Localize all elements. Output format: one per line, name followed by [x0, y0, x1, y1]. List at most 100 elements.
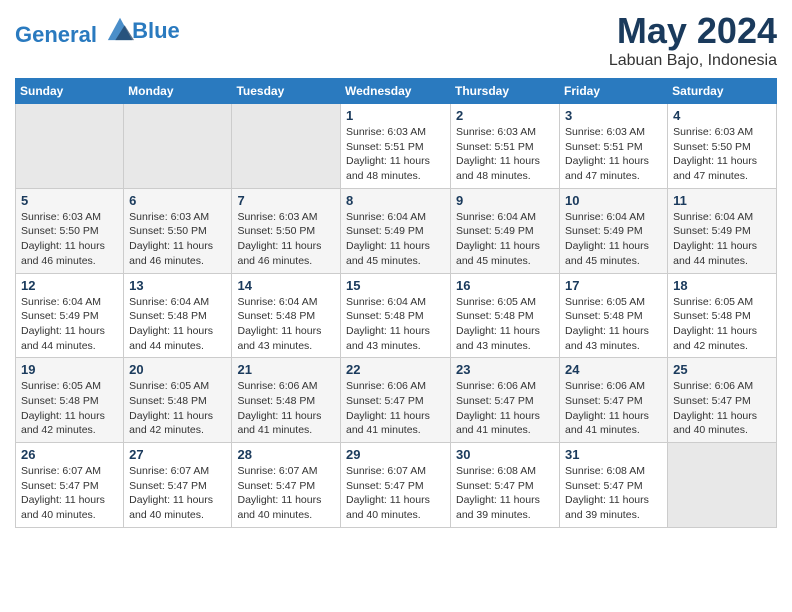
- calendar-cell: 18Sunrise: 6:05 AMSunset: 5:48 PMDayligh…: [668, 273, 777, 358]
- calendar-week-row: 12Sunrise: 6:04 AMSunset: 5:49 PMDayligh…: [16, 273, 777, 358]
- title-block: May 2024 Labuan Bajo, Indonesia: [609, 10, 777, 70]
- calendar-cell: 4 Sunrise: 6:03 AMSunset: 5:50 PMDaylight…: [668, 104, 777, 189]
- day-number: 30: [456, 447, 554, 462]
- calendar-table: SundayMondayTuesdayWednesdayThursdayFrid…: [15, 78, 777, 528]
- calendar-cell: 22 Sunrise: 6:06 AMSunset: 5:47 PMDayligh…: [341, 358, 451, 443]
- day-number: 29: [346, 447, 445, 462]
- day-info: Sunrise: 6:04 AMSunset: 5:48 PMDaylight:…: [129, 295, 226, 354]
- logo: General Blue: [15, 14, 180, 47]
- day-info: Sunrise: 6:04 AMSunset: 5:49 PMDaylight:…: [456, 210, 554, 269]
- calendar-week-row: 19 Sunrise: 6:05 AMSunset: 5:48 PMDayligh…: [16, 358, 777, 443]
- day-info: Sunrise: 6:03 AMSunset: 5:50 PMDaylight:…: [21, 210, 118, 269]
- day-info: Sunrise: 6:06 AMSunset: 5:47 PMDaylight:…: [456, 379, 554, 438]
- page-header: General Blue May 2024 Labuan Bajo, Indon…: [15, 10, 777, 70]
- calendar-week-row: 26 Sunrise: 6:07 AMSunset: 5:47 PMDayligh…: [16, 443, 777, 528]
- day-info: Sunrise: 6:06 AMSunset: 5:47 PMDaylight:…: [565, 379, 662, 438]
- day-info: Sunrise: 6:07 AMSunset: 5:47 PMDaylight:…: [21, 464, 118, 523]
- day-number: 14: [237, 278, 335, 293]
- day-number: 8: [346, 193, 445, 208]
- weekday-header: Sunday: [16, 79, 124, 104]
- calendar-cell: 28 Sunrise: 6:07 AMSunset: 5:47 PMDayligh…: [232, 443, 341, 528]
- day-number: 1: [346, 108, 445, 123]
- calendar-cell: 2 Sunrise: 6:03 AMSunset: 5:51 PMDaylight…: [451, 104, 560, 189]
- day-number: 3: [565, 108, 662, 123]
- calendar-cell: 13 Sunrise: 6:04 AMSunset: 5:48 PMDayligh…: [124, 273, 232, 358]
- day-info: Sunrise: 6:05 AMSunset: 5:48 PMDaylight:…: [21, 379, 118, 438]
- day-number: 24: [565, 362, 662, 377]
- day-number: 21: [237, 362, 335, 377]
- calendar-cell: 31 Sunrise: 6:08 AMSunset: 5:47 PMDayligh…: [560, 443, 668, 528]
- day-info: Sunrise: 6:04 AMSunset: 5:49 PMDaylight:…: [565, 210, 662, 269]
- calendar-cell: 15 Sunrise: 6:04 AMSunset: 5:48 PMDayligh…: [341, 273, 451, 358]
- calendar-cell: 16Sunrise: 6:05 AMSunset: 5:48 PMDayligh…: [451, 273, 560, 358]
- calendar-cell: 9Sunrise: 6:04 AMSunset: 5:49 PMDaylight…: [451, 188, 560, 273]
- weekday-header-row: SundayMondayTuesdayWednesdayThursdayFrid…: [16, 79, 777, 104]
- day-number: 22: [346, 362, 445, 377]
- calendar-cell: 29Sunrise: 6:07 AMSunset: 5:47 PMDayligh…: [341, 443, 451, 528]
- day-info: Sunrise: 6:06 AMSunset: 5:48 PMDaylight:…: [237, 379, 335, 438]
- day-number: 13: [129, 278, 226, 293]
- calendar-cell: 12Sunrise: 6:04 AMSunset: 5:49 PMDayligh…: [16, 273, 124, 358]
- day-info: Sunrise: 6:04 AMSunset: 5:49 PMDaylight:…: [346, 210, 445, 269]
- calendar-cell: 24 Sunrise: 6:06 AMSunset: 5:47 PMDayligh…: [560, 358, 668, 443]
- day-number: 17: [565, 278, 662, 293]
- day-info: Sunrise: 6:04 AMSunset: 5:48 PMDaylight:…: [346, 295, 445, 354]
- weekday-header: Friday: [560, 79, 668, 104]
- day-info: Sunrise: 6:08 AMSunset: 5:47 PMDaylight:…: [456, 464, 554, 523]
- day-info: Sunrise: 6:06 AMSunset: 5:47 PMDaylight:…: [673, 379, 771, 438]
- calendar-cell: [668, 443, 777, 528]
- calendar-cell: 23Sunrise: 6:06 AMSunset: 5:47 PMDayligh…: [451, 358, 560, 443]
- calendar-week-row: 5 Sunrise: 6:03 AMSunset: 5:50 PMDaylight…: [16, 188, 777, 273]
- day-number: 7: [237, 193, 335, 208]
- calendar-cell: 26 Sunrise: 6:07 AMSunset: 5:47 PMDayligh…: [16, 443, 124, 528]
- day-number: 25: [673, 362, 771, 377]
- day-number: 26: [21, 447, 118, 462]
- day-number: 19: [21, 362, 118, 377]
- weekday-header: Wednesday: [341, 79, 451, 104]
- calendar-cell: 10 Sunrise: 6:04 AMSunset: 5:49 PMDayligh…: [560, 188, 668, 273]
- day-info: Sunrise: 6:06 AMSunset: 5:47 PMDaylight:…: [346, 379, 445, 438]
- calendar-cell: [16, 104, 124, 189]
- calendar-cell: [232, 104, 341, 189]
- day-info: Sunrise: 6:07 AMSunset: 5:47 PMDaylight:…: [237, 464, 335, 523]
- day-info: Sunrise: 6:03 AMSunset: 5:51 PMDaylight:…: [346, 125, 445, 184]
- day-number: 2: [456, 108, 554, 123]
- calendar-cell: 8 Sunrise: 6:04 AMSunset: 5:49 PMDaylight…: [341, 188, 451, 273]
- calendar-cell: 7 Sunrise: 6:03 AMSunset: 5:50 PMDaylight…: [232, 188, 341, 273]
- day-number: 10: [565, 193, 662, 208]
- calendar-cell: 25 Sunrise: 6:06 AMSunset: 5:47 PMDayligh…: [668, 358, 777, 443]
- calendar-cell: 1 Sunrise: 6:03 AMSunset: 5:51 PMDaylight…: [341, 104, 451, 189]
- day-info: Sunrise: 6:05 AMSunset: 5:48 PMDaylight:…: [456, 295, 554, 354]
- day-number: 20: [129, 362, 226, 377]
- day-info: Sunrise: 6:03 AMSunset: 5:50 PMDaylight:…: [673, 125, 771, 184]
- calendar-cell: 11Sunrise: 6:04 AMSunset: 5:49 PMDayligh…: [668, 188, 777, 273]
- weekday-header: Monday: [124, 79, 232, 104]
- calendar-cell: 6 Sunrise: 6:03 AMSunset: 5:50 PMDaylight…: [124, 188, 232, 273]
- calendar-cell: 5 Sunrise: 6:03 AMSunset: 5:50 PMDaylight…: [16, 188, 124, 273]
- logo-blue: Blue: [132, 19, 180, 43]
- day-number: 31: [565, 447, 662, 462]
- day-number: 28: [237, 447, 335, 462]
- calendar-cell: 27Sunrise: 6:07 AMSunset: 5:47 PMDayligh…: [124, 443, 232, 528]
- page-title: May 2024: [609, 10, 777, 52]
- page-subtitle: Labuan Bajo, Indonesia: [609, 52, 777, 70]
- day-info: Sunrise: 6:03 AMSunset: 5:51 PMDaylight:…: [565, 125, 662, 184]
- calendar-cell: 14 Sunrise: 6:04 AMSunset: 5:48 PMDayligh…: [232, 273, 341, 358]
- calendar-cell: 17 Sunrise: 6:05 AMSunset: 5:48 PMDayligh…: [560, 273, 668, 358]
- day-number: 18: [673, 278, 771, 293]
- day-info: Sunrise: 6:08 AMSunset: 5:47 PMDaylight:…: [565, 464, 662, 523]
- day-info: Sunrise: 6:04 AMSunset: 5:48 PMDaylight:…: [237, 295, 335, 354]
- day-number: 5: [21, 193, 118, 208]
- day-number: 12: [21, 278, 118, 293]
- day-info: Sunrise: 6:05 AMSunset: 5:48 PMDaylight:…: [565, 295, 662, 354]
- day-number: 6: [129, 193, 226, 208]
- day-info: Sunrise: 6:03 AMSunset: 5:50 PMDaylight:…: [129, 210, 226, 269]
- day-number: 15: [346, 278, 445, 293]
- day-info: Sunrise: 6:07 AMSunset: 5:47 PMDaylight:…: [129, 464, 226, 523]
- calendar-cell: [124, 104, 232, 189]
- day-number: 4: [673, 108, 771, 123]
- logo-text: General: [15, 14, 134, 47]
- day-info: Sunrise: 6:03 AMSunset: 5:51 PMDaylight:…: [456, 125, 554, 184]
- calendar-week-row: 1 Sunrise: 6:03 AMSunset: 5:51 PMDaylight…: [16, 104, 777, 189]
- day-info: Sunrise: 6:03 AMSunset: 5:50 PMDaylight:…: [237, 210, 335, 269]
